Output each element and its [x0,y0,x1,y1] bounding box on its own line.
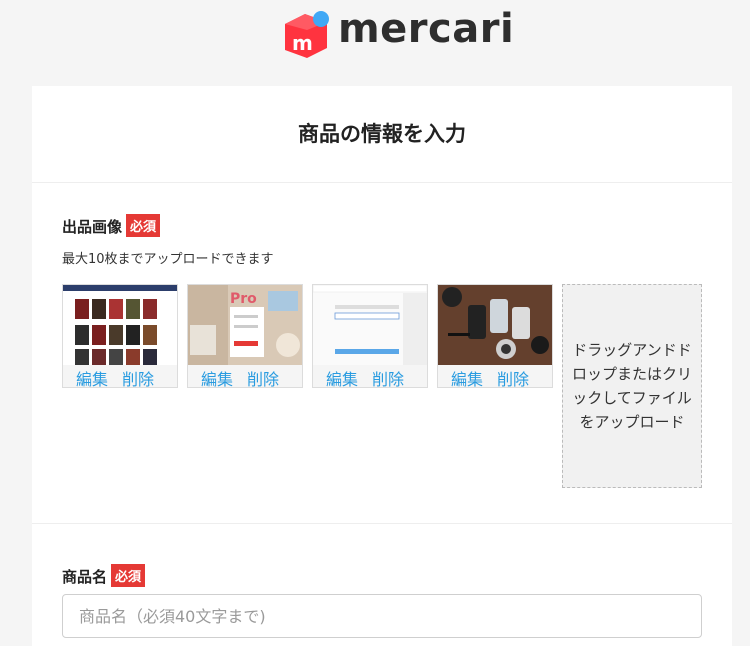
mercari-logo-icon: m [285,11,329,58]
images-section-label: 出品画像 必須 [62,214,161,237]
delete-image-button[interactable]: 削除 [122,366,154,390]
thumbnail-image: Pro [188,285,302,365]
brand-name: mercari [338,6,515,52]
product-name-label: 商品名 必須 [62,564,146,587]
delete-image-button[interactable]: 削除 [247,366,279,390]
thumbnail-image [63,285,177,365]
product-name-label-text: 商品名 [62,568,108,586]
svg-text:m: m [292,31,313,55]
edit-image-button[interactable]: 編集 [201,366,233,390]
delete-image-button[interactable]: 削除 [372,366,404,390]
image-thumbnail: 編集 削除 [62,284,178,390]
thumbnail-image [313,285,427,365]
dropzone-text: ドラッグアンドドロップまたはクリックしてファイルをアップロード [571,341,692,431]
thumbnail-actions: 編集 削除 [188,365,302,390]
product-name-input[interactable] [62,594,702,638]
required-badge: 必須 [126,214,161,237]
header-logo-bar: m mercari [0,0,750,86]
listing-form-card: 商品の情報を入力 出品画像 必須 最大10枚までアップロードできます 編集 削除… [32,86,732,646]
edit-image-button[interactable]: 編集 [326,366,358,390]
delete-image-button[interactable]: 削除 [497,366,529,390]
upload-hint: 最大10枚までアップロードできます [62,252,274,267]
card-header: 商品の情報を入力 [32,86,732,183]
images-label-text: 出品画像 [62,218,123,236]
image-thumbnail: 編集 削除 [437,284,553,390]
thumbnail-actions: 編集 削除 [438,365,552,390]
image-thumbnail: 編集 削除 [312,284,428,390]
edit-image-button[interactable]: 編集 [76,366,108,390]
thumbnail-image [438,285,552,365]
required-badge: 必須 [111,564,146,587]
svg-text:Pro: Pro [230,291,257,307]
edit-image-button[interactable]: 編集 [451,366,483,390]
thumbnail-actions: 編集 削除 [313,365,427,390]
section-divider [32,523,732,524]
image-dropzone[interactable]: ドラッグアンドドロップまたはクリックしてファイルをアップロード [562,284,702,488]
image-thumbnail: Pro 編集 削除 [187,284,303,390]
thumbnail-actions: 編集 削除 [63,365,177,390]
page-title: 商品の情報を入力 [298,122,466,146]
